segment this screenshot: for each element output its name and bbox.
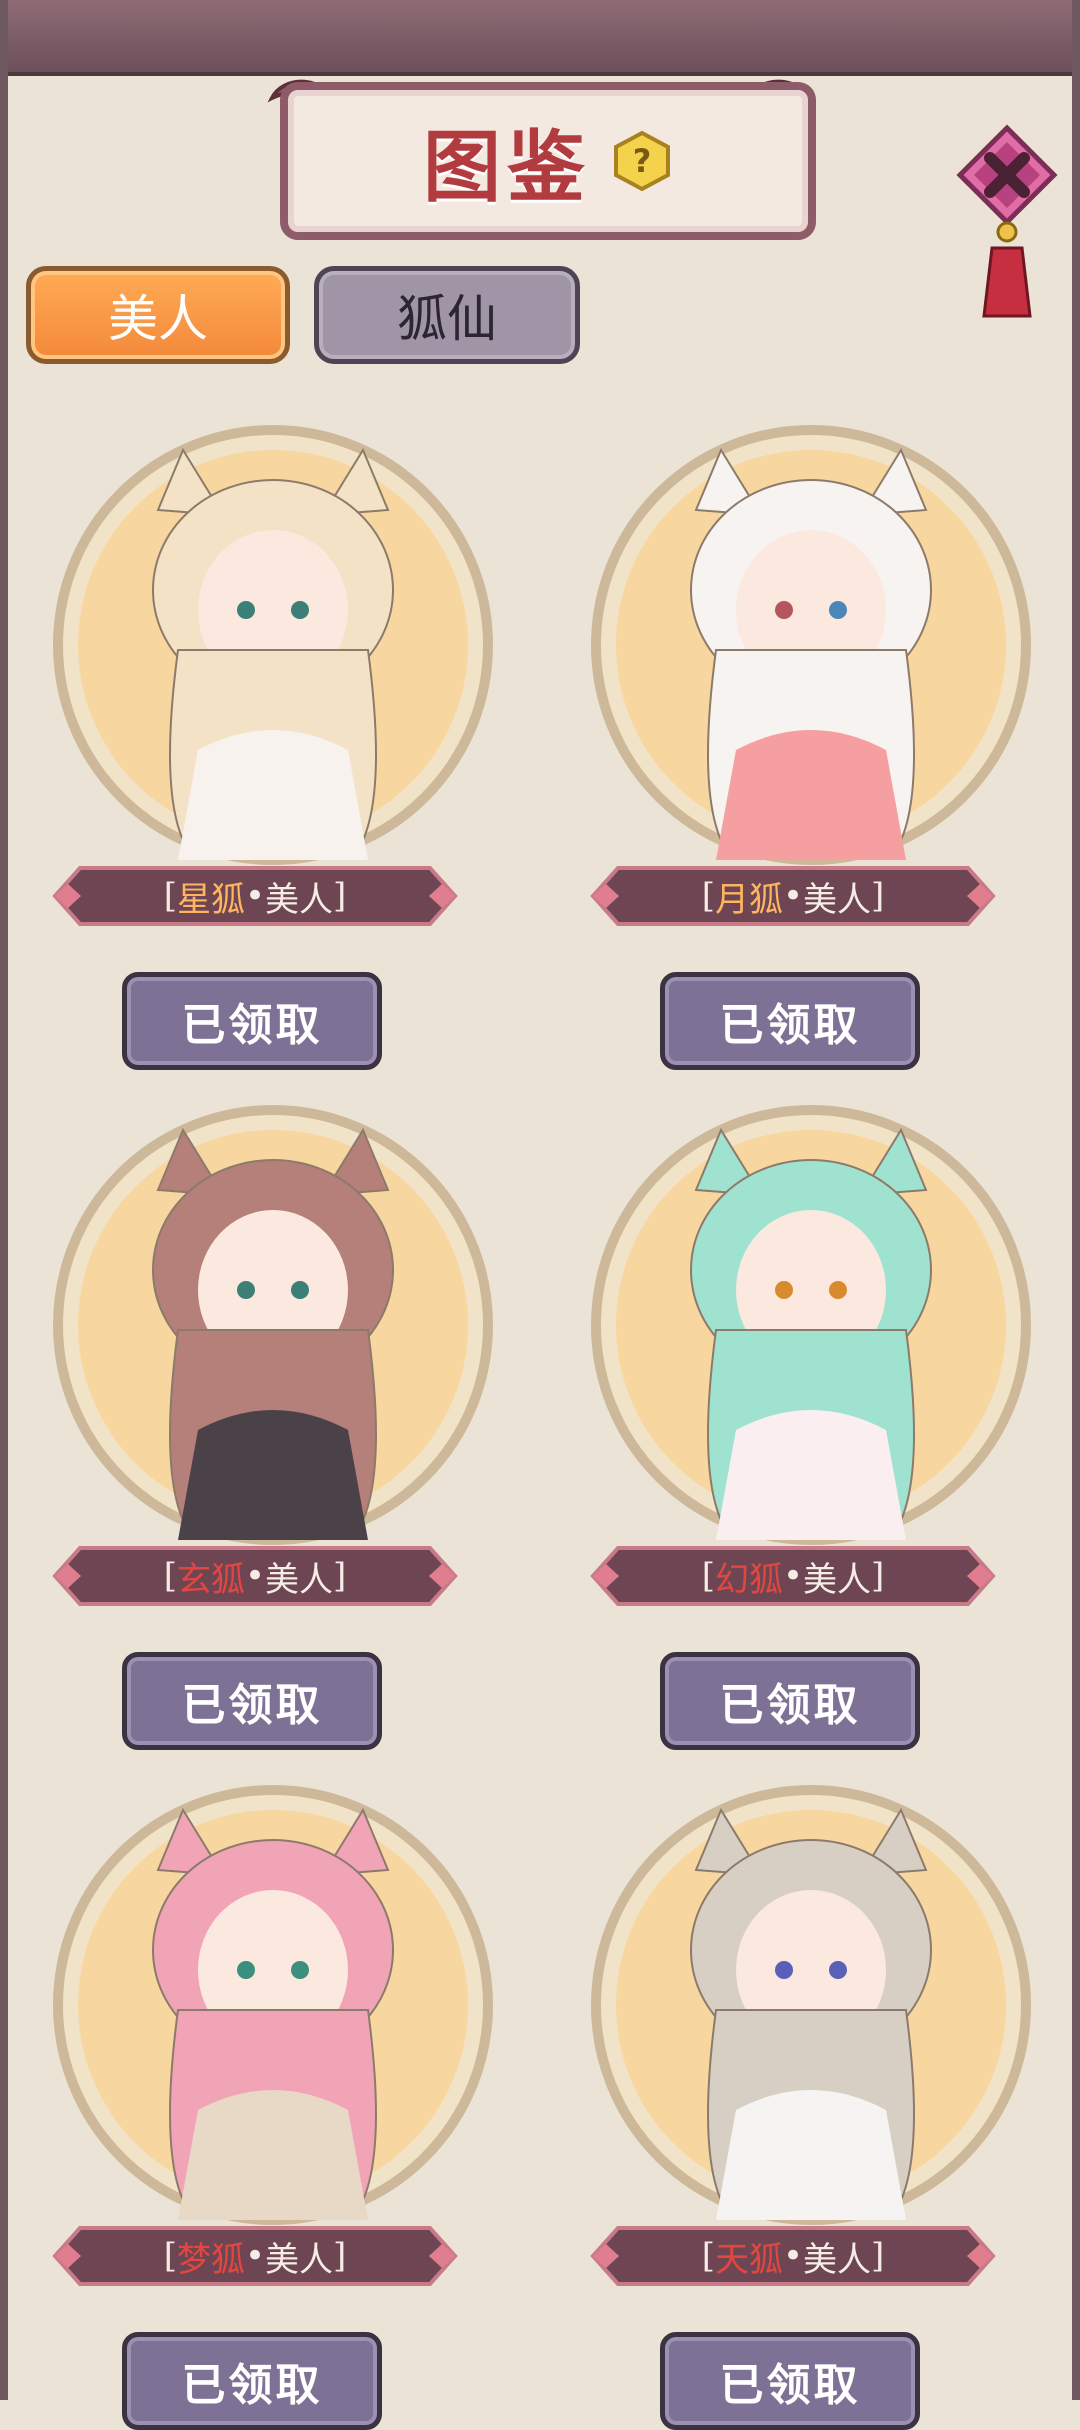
claimed-button[interactable]: 已领取 — [122, 1652, 382, 1750]
character-card: [玄狐 • 美人] 已领取 — [18, 1090, 528, 1750]
name-dot: • — [244, 1556, 266, 1596]
character-portrait[interactable] — [586, 1100, 1036, 1550]
name-dot: • — [244, 876, 266, 916]
page-title: 图鉴 — [422, 123, 591, 213]
name-prefix: 天狐 — [714, 2239, 783, 2280]
name-prefix: 玄狐 — [176, 1559, 245, 1600]
character-name: [梦狐 • 美人] — [80, 2210, 430, 2302]
character-card: [梦狐 • 美人] 已领取 — [18, 1770, 528, 2430]
character-card: [幻狐 • 美人] 已领取 — [556, 1090, 1066, 1750]
character-portrait[interactable] — [586, 1780, 1036, 2230]
character-name: [月狐 • 美人] — [618, 850, 968, 942]
bracket-close: ] — [333, 1556, 347, 1596]
character-portrait[interactable] — [48, 1780, 498, 2230]
name-prefix: 月狐 — [714, 879, 783, 920]
character-portrait[interactable] — [586, 420, 1036, 870]
name-suffix: 美人 — [803, 879, 872, 920]
claimed-button[interactable]: 已领取 — [122, 972, 382, 1070]
svg-text:?: ? — [633, 142, 652, 180]
bracket-close: ] — [333, 2236, 347, 2276]
name-dot: • — [782, 876, 804, 916]
character-name: [幻狐 • 美人] — [618, 1530, 968, 1622]
name-suffix: 美人 — [265, 1559, 334, 1600]
frame-left — [0, 0, 8, 2400]
help-icon[interactable]: ? — [611, 130, 673, 192]
character-name: [玄狐 • 美人] — [80, 1530, 430, 1622]
bracket-open: [ — [163, 1556, 177, 1596]
bracket-close: ] — [871, 2236, 885, 2276]
close-icon[interactable] — [952, 120, 1062, 320]
name-prefix: 梦狐 — [176, 2239, 245, 2280]
bracket-close: ] — [333, 876, 347, 916]
name-suffix: 美人 — [803, 1559, 872, 1600]
title-plaque: 图鉴 ? — [280, 82, 816, 240]
character-card: [月狐 • 美人] 已领取 — [556, 410, 1066, 1070]
bracket-open: [ — [163, 876, 177, 916]
bracket-open: [ — [701, 1556, 715, 1596]
character-portrait[interactable] — [48, 1100, 498, 1550]
claimed-button[interactable]: 已领取 — [660, 972, 920, 1070]
bracket-open: [ — [701, 2236, 715, 2276]
character-name: [星狐 • 美人] — [80, 850, 430, 942]
claimed-button[interactable]: 已领取 — [660, 1652, 920, 1750]
top-bar — [0, 0, 1080, 76]
name-suffix: 美人 — [265, 2239, 334, 2280]
character-card: [星狐 • 美人] 已领取 — [18, 410, 528, 1070]
name-suffix: 美人 — [265, 879, 334, 920]
bracket-close: ] — [871, 876, 885, 916]
claimed-button[interactable]: 已领取 — [122, 2332, 382, 2430]
bracket-open: [ — [163, 2236, 177, 2276]
bracket-open: [ — [701, 876, 715, 916]
name-prefix: 幻狐 — [714, 1559, 783, 1600]
frame-right — [1072, 0, 1080, 2400]
bracket-close: ] — [871, 1556, 885, 1596]
name-dot: • — [782, 1556, 804, 1596]
character-name: [天狐 • 美人] — [618, 2210, 968, 2302]
claimed-button[interactable]: 已领取 — [660, 2332, 920, 2430]
character-card: [天狐 • 美人] 已领取 — [556, 1770, 1066, 2430]
name-dot: • — [244, 2236, 266, 2276]
name-suffix: 美人 — [803, 2239, 872, 2280]
name-prefix: 星狐 — [176, 879, 245, 920]
tab-fox-immortal[interactable]: 狐仙 — [314, 266, 580, 364]
character-portrait[interactable] — [48, 420, 498, 870]
name-dot: • — [782, 2236, 804, 2276]
tab-beauty[interactable]: 美人 — [26, 266, 290, 364]
